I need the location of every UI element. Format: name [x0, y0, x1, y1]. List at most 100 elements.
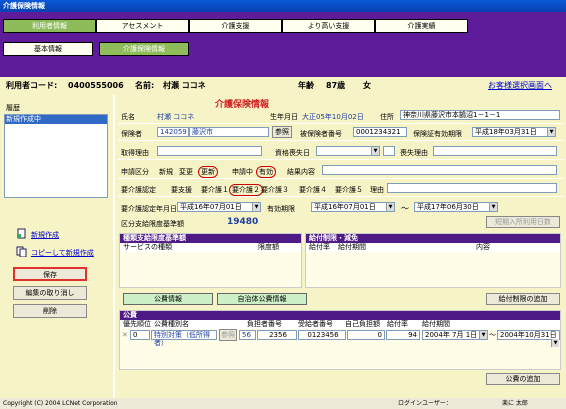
insurer-code-input[interactable]: 142059 — [157, 127, 189, 137]
service-limit-colheader: サービスの種類 限度額 — [120, 243, 301, 252]
recipient-no-input[interactable]: 0123456 — [298, 330, 346, 340]
care-opt-support[interactable]: 要支援 — [171, 185, 192, 195]
birth-value: 大正05年10月02日 — [302, 113, 364, 121]
apply-new-option[interactable]: 新規 — [159, 167, 173, 177]
col-limit-amount: 限度額 — [258, 243, 279, 251]
rate-input[interactable]: 94 — [386, 330, 420, 340]
save-button[interactable]: 保存 — [13, 267, 87, 281]
valid-to-select[interactable]: 平成17年06月30日 ▼ — [414, 202, 498, 212]
divider — [118, 159, 563, 160]
user-code-label: 利用者コード: — [6, 81, 58, 90]
apply-change-option[interactable]: 変更 — [179, 167, 193, 177]
result-input[interactable] — [322, 165, 557, 175]
col-burden-no: 負担者番号 — [247, 320, 282, 328]
qual-lost-extra[interactable] — [383, 146, 395, 156]
remove-row-icon[interactable]: ✕ — [122, 331, 128, 339]
care-date-select[interactable]: 平成16年07月01日 ▼ — [177, 202, 261, 212]
benefit-limit-header: 給付制限・減免 — [306, 234, 560, 243]
care-opt-3[interactable]: 要介護３ — [261, 185, 289, 195]
lost-reason-label: 喪失理由 — [400, 149, 428, 157]
care-opt-2[interactable]: 要介護２ — [229, 184, 263, 196]
tab-user-info[interactable]: 利用者情報 — [3, 19, 96, 33]
user-code: 0400555006 — [68, 81, 124, 90]
cert-expiry-select[interactable]: 平成18年03月31日 ▼ — [472, 127, 556, 137]
col-self-pay: 自己負担額 — [345, 320, 380, 328]
qual-lost-select[interactable]: ▼ — [316, 146, 380, 156]
burden-no-input[interactable]: 2356 — [257, 330, 297, 340]
acq-reason-input[interactable] — [157, 146, 262, 156]
back-to-select-link[interactable]: お客様選択画面へ — [488, 77, 552, 95]
public-ref-button[interactable]: 参照 — [219, 329, 237, 341]
subtab-basic-info[interactable]: 基本情報 — [3, 42, 93, 56]
age-value: 87歳 — [326, 81, 346, 90]
table-row[interactable]: ✕ 0 特別対策（低所得者） 参照 56 2356 0123456 0 94 2… — [120, 329, 560, 347]
user-name: 村瀬 ココネ — [163, 81, 206, 90]
window-title: 介護保険情報 — [0, 0, 566, 12]
tab-care-record[interactable]: 介護実績 — [375, 19, 468, 33]
applying-value[interactable]: 有効 — [256, 166, 276, 178]
public-funds-grid[interactable]: 公費 優先順位 公費種別名 負担者番号 受給者番号 自己負担額 給付率 給付期間… — [119, 310, 561, 370]
qual-lost-label: 資格喪失日 — [275, 149, 310, 157]
divider — [118, 178, 563, 179]
insurer-ref-button[interactable]: 参照 — [272, 126, 292, 138]
public-info-button[interactable]: 公費情報 — [123, 293, 213, 305]
benefit-limit-grid[interactable]: 給付制限・減免 給付率 給付期間 内容 — [305, 233, 561, 288]
chevron-down-icon: ▼ — [386, 203, 394, 211]
limit-label: 区分支給限度基準額 — [121, 220, 184, 228]
cancel-edit-button[interactable]: 編集の取り消し — [13, 286, 87, 300]
address-input[interactable]: 神奈川県藤沢市本鵠沼1－1－1 — [400, 110, 560, 120]
col-recipient-no: 受給者番号 — [298, 320, 333, 328]
chevron-down-icon: ▼ — [489, 203, 497, 211]
col-benefit-period: 給付期間 — [338, 243, 366, 251]
add-benefit-button[interactable]: 給付制限の追加 — [486, 293, 560, 305]
public-code-input[interactable]: 56 — [239, 330, 256, 340]
apply-renew-option[interactable]: 更新 — [198, 166, 218, 178]
public-type-input[interactable]: 特別対策（低所得者） — [151, 330, 217, 347]
public-funds-colheader: 優先順位 公費種別名 負担者番号 受給者番号 自己負担額 給付率 給付期間 — [120, 320, 560, 329]
new-create-link[interactable]: 新規作成 — [31, 230, 59, 240]
care-opt-5[interactable]: 要介護５ — [335, 185, 363, 195]
delete-button[interactable]: 削除 — [13, 304, 87, 318]
tab-care-support[interactable]: 介護支援 — [189, 19, 282, 33]
reason-input[interactable] — [387, 183, 557, 193]
public-funds-header: 公費 — [120, 311, 560, 320]
result-label: 結果内容 — [287, 168, 315, 176]
user-info-bar: 利用者コード: 0400555006 名前: 村瀬 ココネ 年齢 87歳 女 お… — [0, 77, 566, 95]
care-date-label: 要介護認定年月日 — [121, 205, 177, 213]
care-opt-1[interactable]: 要介護１ — [201, 185, 229, 195]
short-stay-button[interactable]: 短期入所利用日数 — [486, 216, 560, 228]
priority-input[interactable]: 0 — [130, 330, 150, 340]
divider — [118, 196, 563, 197]
tab-assessment[interactable]: アセスメント — [96, 19, 189, 33]
divider — [118, 140, 563, 141]
local-public-info-button[interactable]: 自治体公費情報 — [217, 293, 307, 305]
add-public-button[interactable]: 公費の追加 — [486, 373, 560, 385]
insurer-city-input[interactable]: 藤沢市 — [189, 127, 269, 137]
subtab-care-insurance[interactable]: 介護保険情報 — [99, 42, 189, 56]
insured-no-input[interactable]: 0001234321 — [353, 127, 407, 137]
chevron-down-icon: ▼ — [479, 331, 487, 339]
history-list[interactable]: 新規作成中 — [4, 114, 108, 198]
valid-from-select[interactable]: 平成16年07月01日 ▼ — [311, 202, 395, 212]
period-tilde: ～ — [489, 331, 496, 339]
col-period: 給付期間 — [422, 320, 450, 328]
lost-reason-input[interactable] — [433, 146, 557, 156]
period-from-select[interactable]: 2004年 7月 1日 ▼ — [422, 330, 488, 340]
name-label: 名前: — [135, 81, 155, 90]
main-tabs: 利用者情報 アセスメント 介護支援 より高い支援 介護実績 — [3, 19, 563, 33]
care-opt-4[interactable]: 要介護４ — [299, 185, 327, 195]
tab-advanced-support[interactable]: より高い支援 — [282, 19, 375, 33]
name-field-value: 村瀬 ココネ — [157, 113, 195, 121]
service-limit-grid[interactable]: 種類支給限度基準額 サービスの種類 限度額 — [119, 233, 302, 288]
col-rate: 給付率 — [387, 320, 408, 328]
col-public-type: 公費種別名 — [154, 320, 189, 328]
chevron-down-icon: ▼ — [551, 339, 559, 347]
period-to-select[interactable]: 2004年10月31日 ▼ — [497, 330, 560, 347]
care-level-label: 要介護認定 — [121, 186, 156, 194]
history-item[interactable]: 新規作成中 — [5, 115, 107, 124]
chevron-down-icon: ▼ — [252, 203, 260, 211]
self-pay-input[interactable]: 0 — [347, 330, 385, 340]
copy-create-link[interactable]: コピーして新規作成 — [31, 248, 94, 258]
col-priority: 優先順位 — [123, 320, 151, 328]
birth-label: 生年月日 — [270, 113, 298, 121]
